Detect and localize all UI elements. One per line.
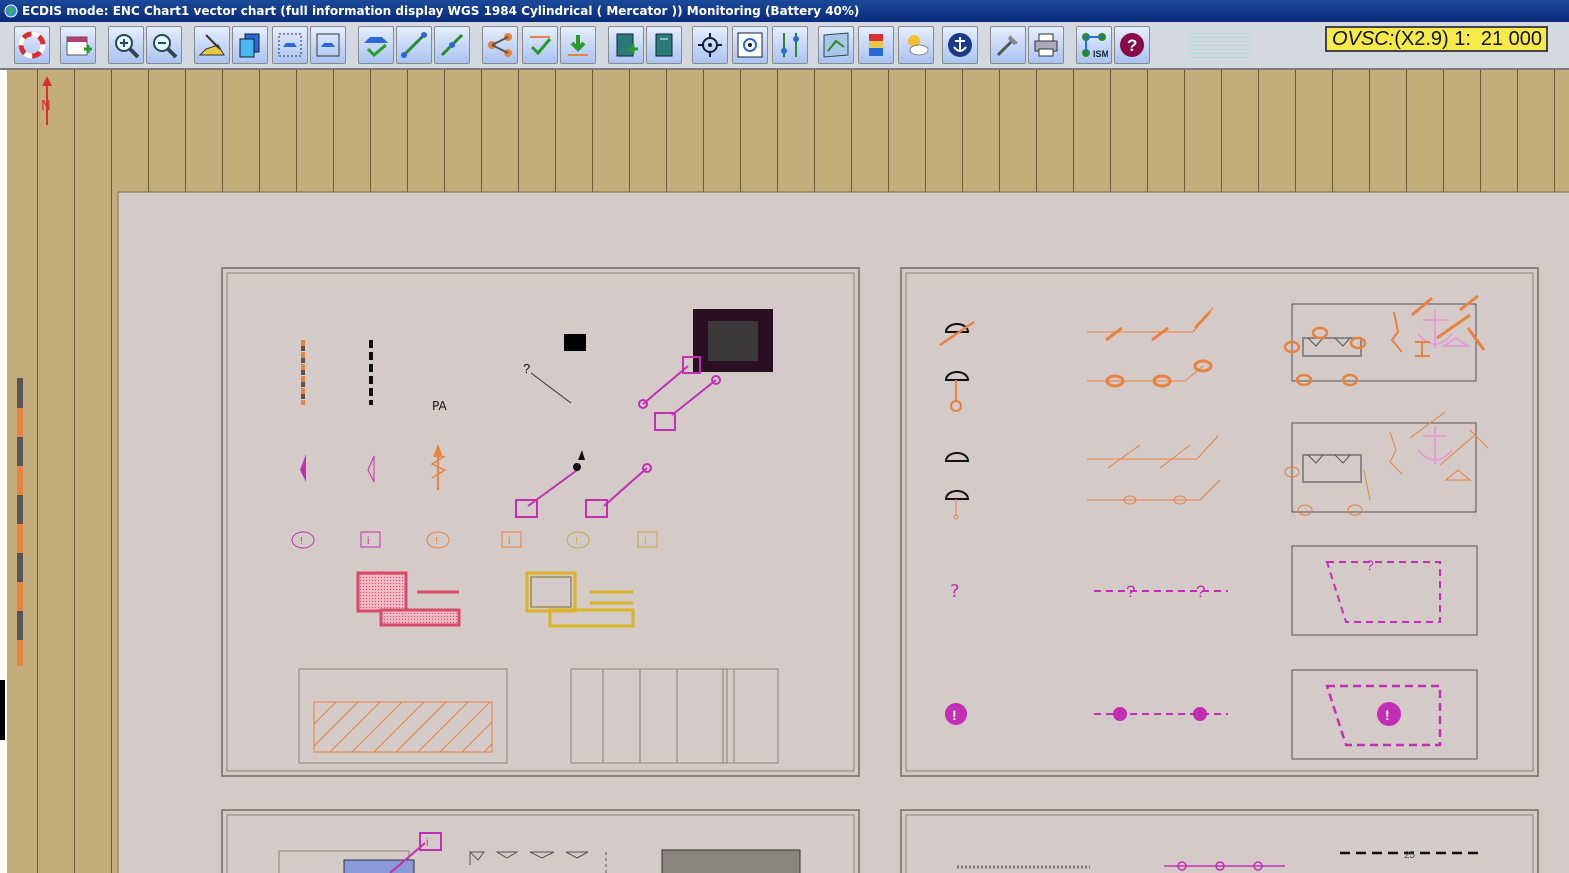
route-download-button[interactable] — [560, 26, 596, 64]
unknown-area-label: ? — [1366, 557, 1374, 573]
light-magenta-symbol — [300, 454, 306, 482]
ship-check-icon — [364, 37, 388, 58]
route-line2-button[interactable] — [434, 26, 470, 64]
book-add-icon — [616, 33, 638, 57]
toolbar-decoration — [1190, 30, 1250, 60]
black-rect-symbol — [564, 334, 586, 351]
help-button[interactable]: ? — [1114, 26, 1150, 64]
svg-text:!: ! — [575, 536, 578, 547]
svg-text:?: ? — [1127, 36, 1137, 55]
ism-network-icon: ISM — [1082, 33, 1108, 59]
scale-mode: OVSC: — [1332, 28, 1395, 50]
north-label: N — [41, 99, 51, 114]
color-palette-button[interactable] — [858, 26, 894, 64]
tools-icon — [996, 35, 1018, 57]
symbol-panel-2: ? ? ? ? ! ! — [900, 267, 1539, 777]
anchor-button[interactable] — [942, 26, 978, 64]
unknown-line-label-2: ? — [1196, 582, 1205, 601]
svg-text:i: i — [644, 535, 646, 547]
scale-indicator[interactable]: OVSC:(X2.9) 1: 21 000 — [1325, 26, 1548, 52]
svg-text:!: ! — [1385, 707, 1390, 723]
ship-center-icon — [316, 33, 340, 57]
land-area-top — [0, 70, 1569, 192]
zoom-out-icon — [153, 34, 178, 59]
weather-button[interactable] — [898, 26, 934, 64]
lifebuoy-icon — [18, 31, 46, 59]
printer-icon — [1034, 33, 1058, 57]
chart-view[interactable]: N PA ? ! i ! i ! i ? ? ? ? ! ! i 25 — [0, 70, 1569, 873]
calendar-add-icon — [66, 36, 92, 56]
svg-text:!: ! — [952, 707, 957, 723]
ship-check-button[interactable] — [358, 26, 394, 64]
title-bar: ECDIS mode: ENC Chart1 vector chart (ful… — [0, 0, 1569, 22]
symbol-panel-4: 25 — [900, 809, 1539, 873]
route-line-icon — [401, 32, 427, 58]
depth-label: 25 — [1404, 850, 1416, 861]
globe-icon — [4, 4, 18, 18]
book-button[interactable] — [646, 26, 682, 64]
route-line-button[interactable] — [396, 26, 432, 64]
unknown-label: ? — [523, 361, 530, 376]
printer-button[interactable] — [1028, 26, 1064, 64]
share-route-button[interactable] — [482, 26, 518, 64]
scale-ratio: 1: — [1454, 28, 1471, 50]
ship-select-icon — [278, 33, 302, 57]
svg-text:!: ! — [435, 536, 438, 547]
ship-track-icon — [198, 34, 225, 56]
layers-button[interactable] — [232, 26, 268, 64]
chart-map-icon — [823, 32, 849, 58]
info-label-bottom: i — [426, 837, 428, 849]
calendar-add-button[interactable] — [60, 26, 96, 64]
window-title: ECDIS mode: ENC Chart1 vector chart (ful… — [22, 4, 860, 18]
book-add-button[interactable] — [608, 26, 644, 64]
svg-text:ISM: ISM — [1093, 49, 1108, 59]
target-button[interactable] — [692, 26, 728, 64]
ship-center-button[interactable] — [310, 26, 346, 64]
scale-value: 21 000 — [1480, 28, 1542, 50]
unknown-line-label-1: ? — [1126, 582, 1135, 601]
left-edge — [0, 70, 7, 873]
radar-target-button[interactable] — [732, 26, 768, 64]
unknown-magenta-label: ? — [950, 581, 960, 602]
hatched-area-symbol — [313, 701, 493, 753]
layers-icon — [239, 33, 260, 58]
ship-track-button[interactable] — [194, 26, 230, 64]
color-palette-icon — [869, 34, 883, 56]
share-route-icon — [488, 33, 512, 57]
zoom-in-icon — [115, 34, 140, 59]
ism-network-button[interactable]: ISM — [1076, 26, 1112, 64]
info-label: i — [367, 535, 369, 547]
ship-select-button[interactable] — [272, 26, 308, 64]
anchor-icon — [948, 33, 972, 57]
restricted-area-red-symbol — [356, 571, 408, 613]
waypoint-button[interactable] — [772, 26, 808, 64]
zoom-out-button[interactable] — [146, 26, 182, 64]
route-download-icon — [568, 35, 588, 56]
symbol-panel-1: PA ? ! i ! i ! i — [221, 267, 860, 777]
svg-text:i: i — [508, 535, 510, 547]
weather-icon — [908, 35, 929, 56]
route-check-icon — [530, 36, 552, 56]
symbol-panel-3: i — [221, 809, 860, 873]
scale-zoom: (X2.9) — [1394, 28, 1449, 50]
target-icon — [698, 33, 722, 57]
svg-text:!: ! — [300, 536, 303, 547]
book-icon — [655, 33, 673, 57]
waypoint-icon — [781, 33, 799, 57]
radar-target-icon — [737, 32, 763, 58]
route-line2-icon — [440, 33, 464, 57]
pa-label: PA — [432, 399, 447, 413]
route-check-button[interactable] — [522, 26, 558, 64]
zoom-in-button[interactable] — [108, 26, 144, 64]
yellow-area-symbol — [525, 571, 577, 613]
lifebuoy-button[interactable] — [14, 26, 50, 64]
scale-bar-vertical — [17, 378, 23, 666]
tools-button[interactable] — [990, 26, 1026, 64]
help-icon: ? — [1120, 33, 1144, 57]
chart-map-button[interactable] — [818, 26, 854, 64]
